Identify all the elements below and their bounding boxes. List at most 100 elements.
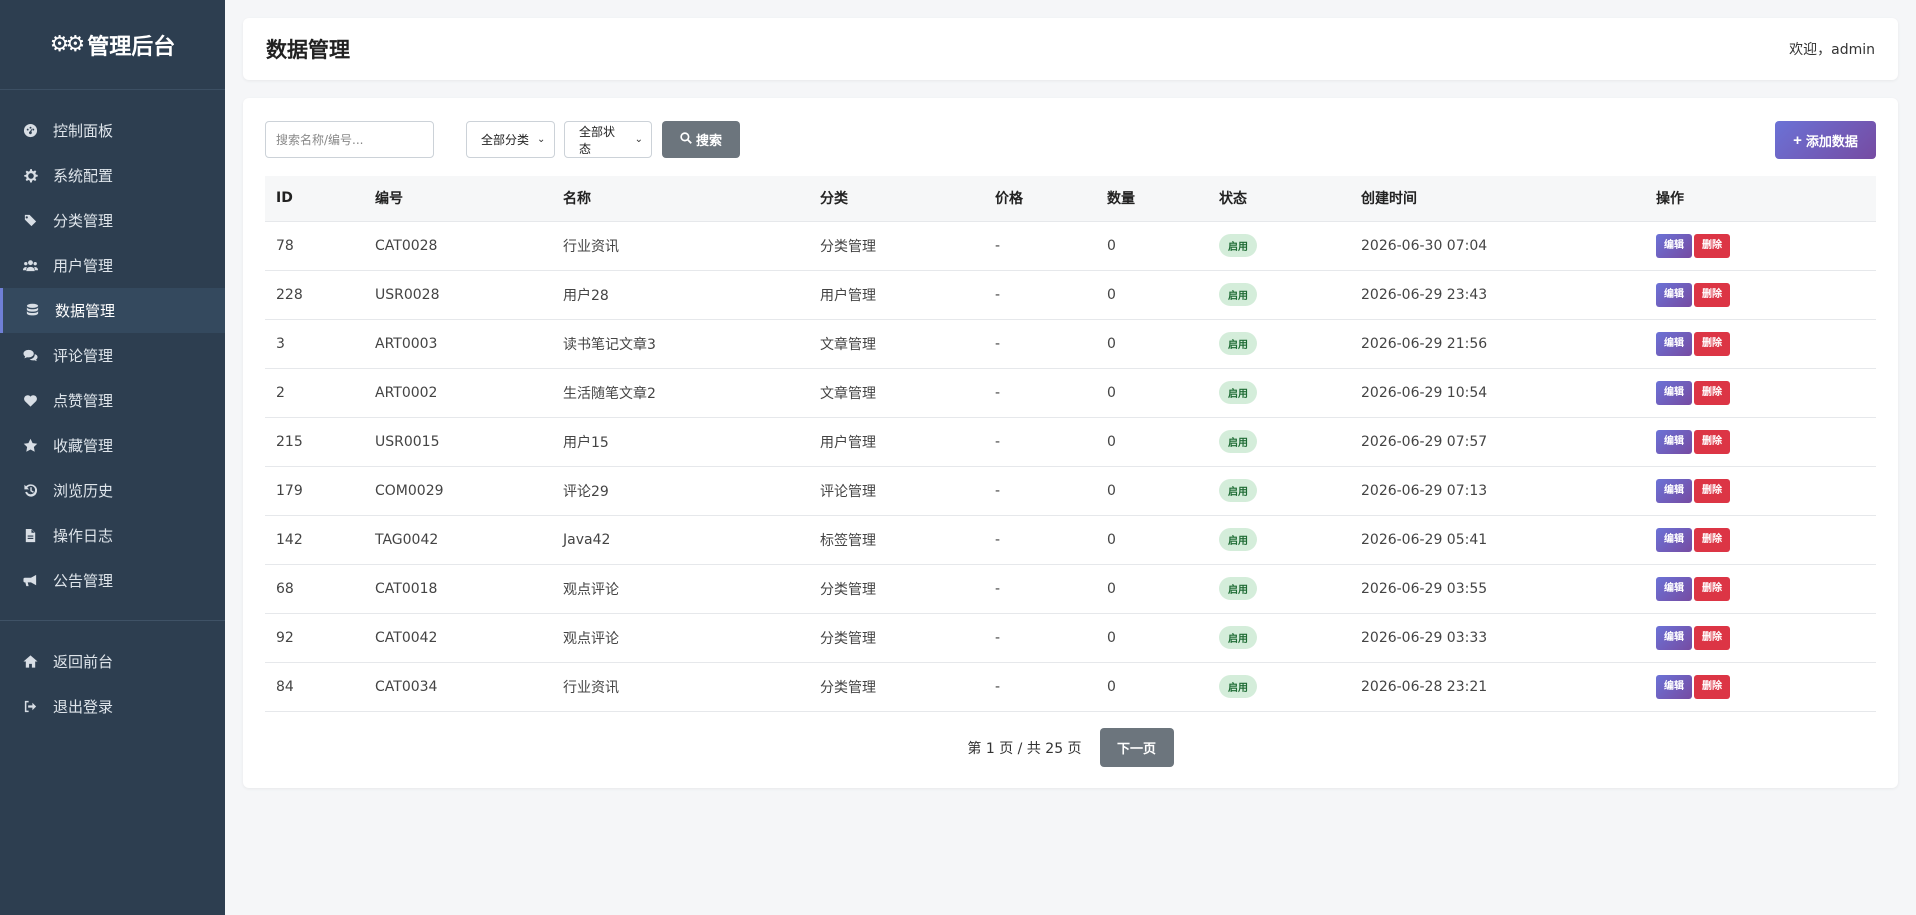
sidebar-item-label: 系统配置: [53, 167, 114, 185]
sidebar-item-comments[interactable]: 评论管理: [0, 333, 225, 378]
table-cell: 分类管理: [809, 221, 984, 271]
table-cell: 用户28: [552, 270, 809, 320]
table-cell: 启用: [1208, 466, 1350, 516]
table-cell: -: [984, 515, 1096, 565]
table-cell: 2026-06-30 07:04: [1350, 221, 1645, 271]
actions-cell: 编辑 删除: [1645, 662, 1876, 712]
page-title: 数据管理: [266, 38, 350, 62]
table-cell: 0: [1096, 662, 1208, 712]
add-data-button[interactable]: + 添加数据: [1775, 121, 1876, 159]
sidebar-item-label: 用户管理: [53, 257, 114, 275]
delete-button[interactable]: 删除: [1694, 478, 1730, 503]
search-button-label: 搜索: [695, 133, 722, 148]
delete-button[interactable]: 删除: [1694, 576, 1730, 601]
table-cell: 观点评论: [552, 613, 809, 663]
edit-button[interactable]: 编辑: [1656, 331, 1692, 356]
toolbar: 全部分类 ⌄ 全部状态 ⌄ 搜索 + 添加数据: [265, 121, 1876, 159]
table-cell: 0: [1096, 564, 1208, 614]
sidebar-item-home[interactable]: 返回前台: [0, 639, 225, 684]
delete-button[interactable]: 删除: [1694, 625, 1730, 650]
table-cell: 228: [265, 270, 364, 320]
sidebar-item-sign-out[interactable]: 退出登录: [0, 684, 225, 729]
actions-cell: 编辑 删除: [1645, 564, 1876, 614]
edit-button[interactable]: 编辑: [1656, 429, 1692, 454]
edit-button[interactable]: 编辑: [1656, 674, 1692, 699]
table-cell: ART0003: [364, 319, 552, 369]
table-row: 2 ART0002 生活随笔文章2 文章管理 -0 启用 2026-06-29 10:54 编…: [265, 368, 1876, 418]
sidebar-item-gear[interactable]: 系统配置: [0, 153, 225, 198]
delete-button[interactable]: 删除: [1694, 380, 1730, 405]
sidebar-item-label: 收藏管理: [53, 437, 114, 455]
table-cell: 2026-06-29 05:41: [1350, 515, 1645, 565]
sidebar-item-bullhorn[interactable]: 公告管理: [0, 558, 225, 603]
sidebar-item-users[interactable]: 用户管理: [0, 243, 225, 288]
table-cell: -: [984, 564, 1096, 614]
delete-button[interactable]: 删除: [1694, 429, 1730, 454]
table-cell: 分类管理: [809, 564, 984, 614]
sidebar-item-dashboard[interactable]: 控制面板: [0, 108, 225, 153]
table-body: 78 CAT0028 行业资讯 分类管理 -0 启用 2026-06-30 07:04 编辑删…: [265, 221, 1876, 712]
table-cell: 2026-06-29 07:57: [1350, 417, 1645, 467]
table-cell: 行业资讯: [552, 221, 809, 271]
sidebar-item-label: 控制面板: [53, 122, 114, 140]
page-info: 第 1 页 / 共 25 页: [967, 740, 1082, 757]
sidebar-bottom-nav: 返回前台退出登录: [0, 639, 225, 729]
table-row: 215 USR0015 用户15 用户管理 -0 启用 2026-06-29 07:57 编辑…: [265, 417, 1876, 467]
status-select[interactable]: 全部状态 ⌄: [564, 121, 652, 158]
file-icon: [21, 527, 39, 545]
table-row: 228 USR0028 用户28 用户管理 -0 启用 2026-06-29 23:43 编辑…: [265, 270, 1876, 320]
sidebar-divider: [0, 620, 225, 621]
sidebar-item-history[interactable]: 浏览历史: [0, 468, 225, 513]
table-row: 179 COM0029 评论29 评论管理 -0 启用 2026-06-29 07:13 编辑…: [265, 466, 1876, 516]
table-cell: 文章管理: [809, 368, 984, 418]
status-badge: 启用: [1219, 430, 1257, 453]
edit-button[interactable]: 编辑: [1656, 380, 1692, 405]
status-badge: 启用: [1219, 234, 1257, 257]
table-cell: TAG0042: [364, 515, 552, 565]
sidebar-item-heart[interactable]: 点赞管理: [0, 378, 225, 423]
column-header: 价格: [984, 176, 1096, 222]
edit-button[interactable]: 编辑: [1656, 282, 1692, 307]
edit-button[interactable]: 编辑: [1656, 233, 1692, 258]
table-cell: 分类管理: [809, 662, 984, 712]
status-badge: 启用: [1219, 626, 1257, 649]
delete-button[interactable]: 删除: [1694, 527, 1730, 552]
table-cell: COM0029: [364, 466, 552, 516]
bullhorn-icon: [21, 572, 39, 590]
edit-button[interactable]: 编辑: [1656, 625, 1692, 650]
history-icon: [21, 482, 39, 500]
sidebar-nav: 控制面板系统配置分类管理用户管理数据管理 评论管理 点赞管理收藏管理浏览历史 操作日志…: [0, 108, 225, 603]
table-cell: -: [984, 270, 1096, 320]
table-cell: 2026-06-29 03:33: [1350, 613, 1645, 663]
edit-button[interactable]: 编辑: [1656, 527, 1692, 552]
delete-button[interactable]: 删除: [1694, 674, 1730, 699]
edit-button[interactable]: 编辑: [1656, 576, 1692, 601]
delete-button[interactable]: 删除: [1694, 233, 1730, 258]
next-page-button[interactable]: 下一页: [1099, 728, 1174, 767]
actions-cell: 编辑 删除: [1645, 417, 1876, 467]
sidebar-item-star[interactable]: 收藏管理: [0, 423, 225, 468]
search-button[interactable]: 搜索: [662, 121, 740, 158]
search-input[interactable]: [265, 121, 434, 158]
sidebar-item-label: 返回前台: [53, 653, 114, 671]
delete-button[interactable]: 删除: [1694, 282, 1730, 307]
table-cell: USR0015: [364, 417, 552, 467]
sidebar-item-database[interactable]: 数据管理: [0, 288, 225, 333]
table-header-row: ID 编号 名称 分类 价格 数量 状态 创建时间 操作: [265, 176, 1876, 222]
table-cell: -: [984, 613, 1096, 663]
edit-button[interactable]: 编辑: [1656, 478, 1692, 503]
column-header: 分类: [809, 176, 984, 222]
table-row: 68 CAT0018 观点评论 分类管理 -0 启用 2026-06-29 03:55 编辑删…: [265, 564, 1876, 614]
table-cell: CAT0034: [364, 662, 552, 712]
table-cell: 评论管理: [809, 466, 984, 516]
table-cell: 215: [265, 417, 364, 467]
sidebar-item-file[interactable]: 操作日志: [0, 513, 225, 558]
table-cell: 2026-06-29 07:13: [1350, 466, 1645, 516]
table-cell: 文章管理: [809, 319, 984, 369]
category-select[interactable]: 全部分类 ⌄: [466, 121, 555, 158]
delete-button[interactable]: 删除: [1694, 331, 1730, 356]
sidebar: ⚙⚙ 管理后台 控制面板 系统配置 分类管理 用户管理 数据管理 评论管理 点赞管理 收藏管理…: [0, 0, 225, 915]
table-cell: 0: [1096, 270, 1208, 320]
sidebar-item-tags[interactable]: 分类管理: [0, 198, 225, 243]
status-badge: 启用: [1219, 381, 1257, 404]
